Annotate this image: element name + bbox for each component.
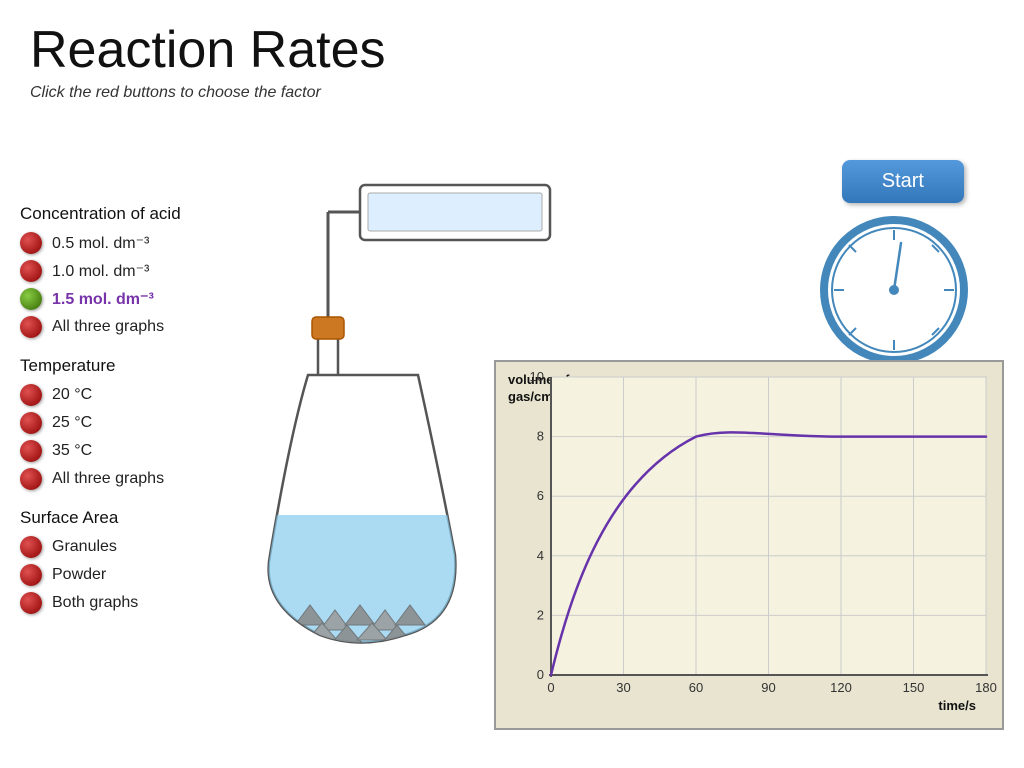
red-dot-conc-10 xyxy=(20,260,42,282)
option-conc-all[interactable]: All three graphs xyxy=(20,316,260,338)
svg-text:90: 90 xyxy=(761,680,775,695)
red-dot-conc-all xyxy=(20,316,42,338)
svg-text:180: 180 xyxy=(975,680,997,695)
red-dot-temp-35 xyxy=(20,440,42,462)
svg-text:4: 4 xyxy=(537,548,544,563)
option-conc-10[interactable]: 1.0 mol. dm⁻³ xyxy=(20,260,260,282)
label-conc-15: 1.5 mol. dm⁻³ xyxy=(52,289,154,309)
option-temp-35[interactable]: 35 °C xyxy=(20,440,260,462)
svg-text:10: 10 xyxy=(530,369,544,384)
option-temp-all[interactable]: All three graphs xyxy=(20,468,260,490)
label-conc-10: 1.0 mol. dm⁻³ xyxy=(52,261,149,281)
graph-container: volume ofgas/cm³ xyxy=(494,360,1004,730)
label-temp-25: 25 °C xyxy=(52,414,92,432)
red-dot-surf-gran xyxy=(20,536,42,558)
svg-text:8: 8 xyxy=(537,429,544,444)
page-title: Reaction Rates xyxy=(30,20,994,80)
label-surf-both: Both graphs xyxy=(52,594,138,612)
red-dot-temp-25 xyxy=(20,412,42,434)
option-surf-pow[interactable]: Powder xyxy=(20,564,260,586)
temperature-title: Temperature xyxy=(20,356,260,376)
label-conc-all: All three graphs xyxy=(52,318,164,336)
red-dot-surf-pow xyxy=(20,564,42,586)
svg-text:60: 60 xyxy=(689,680,703,695)
start-button[interactable]: Start xyxy=(842,160,964,203)
svg-text:30: 30 xyxy=(616,680,630,695)
subtitle: Click the red buttons to choose the fact… xyxy=(30,84,994,102)
svg-text:6: 6 xyxy=(537,488,544,503)
red-dot-surf-both xyxy=(20,592,42,614)
label-surf-pow: Powder xyxy=(52,566,106,584)
label-temp-35: 35 °C xyxy=(52,442,92,460)
option-surf-both[interactable]: Both graphs xyxy=(20,592,260,614)
option-temp-25[interactable]: 25 °C xyxy=(20,412,260,434)
concentration-title: Concentration of acid xyxy=(20,204,260,224)
svg-text:120: 120 xyxy=(830,680,852,695)
option-surf-gran[interactable]: Granules xyxy=(20,536,260,558)
x-axis-label: time/s xyxy=(938,698,976,713)
svg-text:2: 2 xyxy=(537,607,544,622)
label-surf-gran: Granules xyxy=(52,538,117,556)
page: Reaction Rates Click the red buttons to … xyxy=(0,0,1024,768)
option-temp-20[interactable]: 20 °C xyxy=(20,384,260,406)
label-temp-all: All three graphs xyxy=(52,470,164,488)
surface-title: Surface Area xyxy=(20,508,260,528)
red-dot-temp-20 xyxy=(20,384,42,406)
red-dot-temp-all xyxy=(20,468,42,490)
svg-text:0: 0 xyxy=(547,680,554,695)
green-dot-conc-15 xyxy=(20,288,42,310)
red-dot-conc-05 xyxy=(20,232,42,254)
svg-text:0: 0 xyxy=(537,667,544,682)
option-conc-15[interactable]: 1.5 mol. dm⁻³ xyxy=(20,288,260,310)
option-conc-05[interactable]: 0.5 mol. dm⁻³ xyxy=(20,232,260,254)
label-conc-05: 0.5 mol. dm⁻³ xyxy=(52,233,149,253)
label-temp-20: 20 °C xyxy=(52,386,92,404)
clock xyxy=(819,215,969,365)
svg-text:150: 150 xyxy=(903,680,925,695)
left-panel: Concentration of acid 0.5 mol. dm⁻³ 1.0 … xyxy=(20,190,260,620)
